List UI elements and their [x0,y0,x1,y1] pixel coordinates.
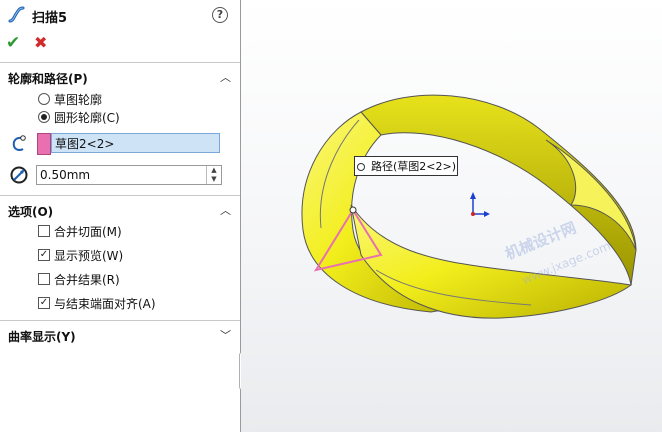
checkbox-label: 与结束端面对齐(A) [54,297,156,311]
spin-up-icon[interactable]: ▲ [207,166,221,175]
property-manager-panel: 扫描5 ? ✔ ✖ 轮廓和路径(P) ︿ 草图轮廓 圆形轮廓(C) 草图2<2>… [0,0,241,432]
checkbox-label: 合并结果(R) [54,273,120,287]
radio-label: 草图轮廓 [54,93,103,107]
question-icon[interactable]: ? [212,7,228,23]
diameter-value: 0.50mm [40,168,91,182]
checkbox-merge-result[interactable] [38,273,50,285]
checkbox-merge-tangent[interactable] [38,225,50,237]
section-title: 曲率显示(Y) [8,330,76,344]
radio-label: 圆形轮廓(C) [54,111,120,125]
diameter-icon [10,166,28,184]
path-color-swatch [37,133,51,155]
path-icon [12,135,26,151]
close-icon[interactable]: ✖ [34,33,47,52]
section-header-options[interactable]: 选项(O) ︿ [0,200,240,220]
checkbox-align-end-faces[interactable]: ✓ [38,297,50,309]
graphics-viewport[interactable]: 路径(草图2<2>) 机械设计网 www.jxage.com [241,0,662,432]
mobius-model [301,94,637,319]
feature-title: 扫描5 [32,11,68,26]
section-header-curvature[interactable]: 曲率显示(Y) ﹀ [0,325,240,345]
sweep-feature-icon [8,6,25,23]
radio-circular-profile[interactable] [38,111,50,123]
diameter-spinner[interactable]: ▲ ▼ [206,166,221,184]
origin-triad [470,192,490,217]
chevron-up-icon[interactable]: ︿ [220,202,231,218]
section-title: 选项(O) [8,205,54,219]
checkbox-show-preview[interactable]: ✓ [38,249,50,261]
chevron-up-icon[interactable]: ︿ [220,69,231,85]
check-icon[interactable]: ✔ [6,33,20,53]
divider [0,320,240,321]
divider [0,195,240,196]
section-title: 轮廓和路径(P) [8,72,88,86]
divider [0,62,240,63]
spin-down-icon[interactable]: ▼ [207,175,221,184]
sketch-point [349,206,357,214]
path-tooltip: 路径(草图2<2>) [354,156,458,176]
section-header-profile-path[interactable]: 轮廓和路径(P) ︿ [0,67,240,87]
path-selection-box[interactable]: 草图2<2> [51,133,220,153]
checkbox-label: 显示预览(W) [54,249,124,263]
feature-title-bar: 扫描5 ? [0,0,240,30]
chevron-down-icon[interactable]: ﹀ [220,327,231,343]
radio-sketch-profile[interactable] [38,93,50,105]
diameter-input[interactable]: 0.50mm ▲ ▼ [36,165,222,185]
checkbox-label: 合并切面(M) [54,225,122,239]
